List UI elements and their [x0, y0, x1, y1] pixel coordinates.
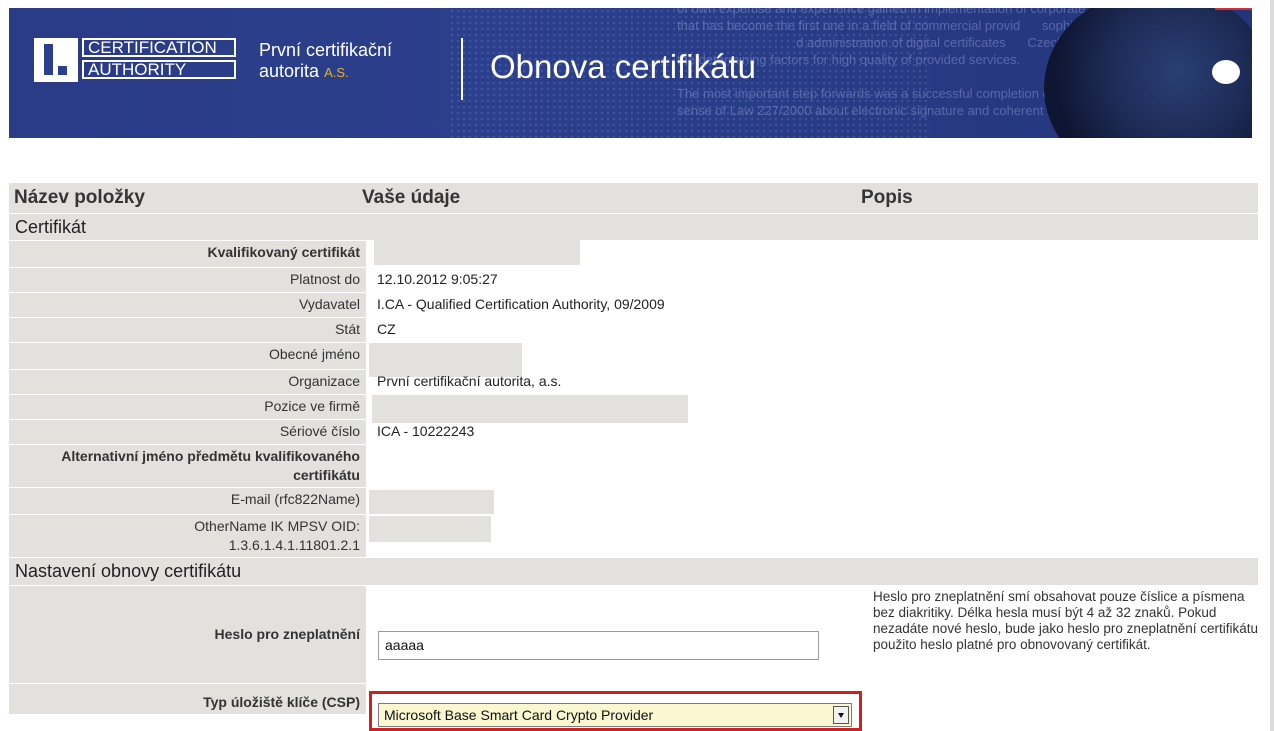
header-banner: of own expertise and experience gained i… [9, 8, 1252, 138]
header-divider [461, 38, 463, 100]
revocation-password-description: Heslo pro zneplatnění smí obsahovat pouz… [873, 589, 1259, 652]
table-row-serial-number: Sériové číslo ICA - 10222243 [9, 420, 1258, 445]
chevron-down-icon[interactable] [833, 706, 849, 724]
label-country: Stát [9, 318, 366, 342]
company-suffix: A.S. [324, 65, 349, 80]
section-title-renewal: Nastavení obnovy certifikátu [15, 561, 242, 581]
column-header-item-name: Název položky [14, 187, 145, 208]
table-row-alternative-name: Alternativní jméno předmětu kvalifikovan… [9, 445, 1258, 488]
redacted-value [374, 239, 580, 265]
logo-text-authority: AUTHORITY [82, 60, 236, 79]
label-common-name: Obecné jméno [9, 343, 366, 369]
value-issuer: I.CA - Qualified Certification Authority… [377, 296, 665, 312]
label-serial-number: Sériové číslo [9, 420, 366, 444]
company-name: První certifikační autorita A.S. [259, 40, 392, 83]
redacted-value [369, 490, 494, 514]
logo-text-certification: CERTIFICATION [82, 38, 236, 57]
page-title: Obnova certifikátu [490, 48, 756, 85]
table-row-qualified-certificate: Kvalifikovaný certifikát [9, 239, 1258, 268]
label-valid-until: Platnost do [9, 268, 366, 292]
value-country: CZ [377, 321, 396, 337]
section-renewal-settings: Nastavení obnovy certifikátu [9, 558, 1258, 586]
column-header-description: Popis [861, 187, 913, 208]
company-name-line1: První certifikační [259, 40, 393, 60]
table-row-common-name: Obecné jméno [9, 343, 1258, 377]
company-name-line2: autorita [259, 61, 320, 81]
table-row-valid-until: Platnost do 12.10.2012 9:05:27 [9, 268, 1258, 293]
label-alternative-name: Alternativní jméno předmětu kvalifikovan… [9, 445, 366, 487]
table-row-issuer: Vydavatel I.CA - Qualified Certification… [9, 293, 1258, 318]
value-valid-until: 12.10.2012 9:05:27 [377, 271, 498, 287]
table-row-country: Stát CZ [9, 318, 1258, 343]
table-row-othername: OtherName IK MPSV OID: 1.3.6.1.4.1.11801… [9, 515, 1258, 558]
table-row-email: E-mail (rfc822Name) [9, 488, 1258, 515]
label-qualified-certificate: Kvalifikovaný certifikát [9, 241, 366, 267]
csp-selected-value: Microsoft Base Smart Card Crypto Provide… [384, 707, 654, 723]
value-serial-number: ICA - 10222243 [377, 423, 475, 439]
table-header-row: Název položky Vaše údaje Popis [9, 183, 1258, 214]
value-organization: První certifikační autorita, a.s. [377, 373, 562, 389]
section-title-certificate: Certifikát [15, 217, 87, 237]
label-revocation-password: Heslo pro zneplatnění [9, 586, 366, 683]
eye-highlight [1212, 60, 1240, 84]
label-issuer: Vydavatel [9, 293, 366, 317]
page-scrollbar[interactable] [1270, 0, 1274, 731]
redacted-value [369, 516, 491, 542]
label-position: Pozice ve firmě [9, 395, 366, 419]
ica-logo-mark [34, 38, 78, 82]
label-key-storage: Typ úložiště klíče (CSP) [9, 684, 366, 714]
label-othername: OtherName IK MPSV OID: 1.3.6.1.4.1.11801… [9, 515, 366, 557]
banner-red-corner [1215, 8, 1252, 10]
csp-select[interactable]: Microsoft Base Smart Card Crypto Provide… [378, 703, 852, 727]
column-header-your-data: Vaše údaje [362, 187, 461, 208]
ica-logo: CERTIFICATION AUTHORITY [34, 38, 236, 82]
redacted-value [372, 395, 688, 423]
section-certificate: Certifikát [9, 214, 1258, 241]
revocation-password-input[interactable]: aaaaa [378, 631, 819, 660]
table-row-position: Pozice ve firmě [9, 395, 1258, 423]
label-organization: Organizace [9, 370, 366, 394]
table-row-organization: Organizace První certifikační autorita, … [9, 370, 1258, 395]
label-email: E-mail (rfc822Name) [9, 488, 366, 514]
